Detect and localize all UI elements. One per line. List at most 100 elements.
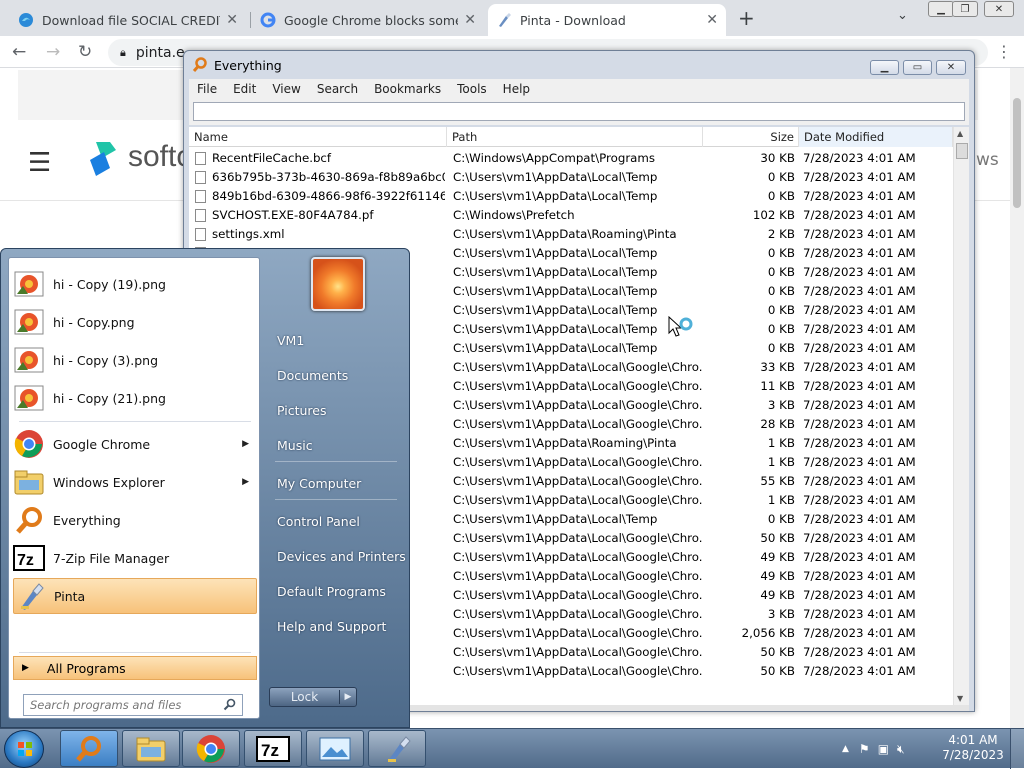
item-label: 7-Zip File Manager xyxy=(53,550,170,566)
reload-icon[interactable]: ↻ xyxy=(78,42,92,62)
close-window-icon[interactable]: ✕ xyxy=(936,60,966,75)
file-path: C:\Users\vm1\AppData\Local\Temp xyxy=(453,246,658,260)
start-menu-link[interactable]: Music xyxy=(277,438,313,453)
close-tab-icon[interactable]: ✕ xyxy=(706,12,718,28)
submenu-arrow-icon[interactable]: ▶ xyxy=(242,477,249,487)
column-path[interactable]: Path xyxy=(447,127,703,147)
restore-icon[interactable]: ❐ xyxy=(952,1,978,17)
system-tray: ▲ ⚑ ▣ 🔇︎ xyxy=(842,733,905,765)
file-name-cell: 849b16bd-6309-4866-98f6-3922f611468d.t..… xyxy=(195,187,445,206)
start-menu-recent-item[interactable]: hi - Copy.png xyxy=(13,304,257,340)
start-menu-link[interactable]: Devices and Printers xyxy=(277,549,406,564)
busy-cursor-icon xyxy=(668,315,698,345)
7zip-icon: 7z xyxy=(256,735,290,762)
table-row[interactable]: 849b16bd-6309-4866-98f6-3922f611468d.t..… xyxy=(189,187,953,206)
file-size: 50 KB xyxy=(760,664,795,678)
start-menu-link[interactable]: Control Panel xyxy=(277,514,360,529)
file-size: 3 KB xyxy=(767,607,795,621)
search-icon[interactable] xyxy=(223,698,236,714)
results-scrollbar[interactable]: ▲ ▼ xyxy=(953,127,969,705)
column-date-modified[interactable]: Date Modified xyxy=(799,127,953,147)
image-file-icon xyxy=(13,344,45,376)
folder-icon xyxy=(13,466,45,498)
volume-muted-icon[interactable]: 🔇︎ xyxy=(897,742,905,757)
menu-search[interactable]: Search xyxy=(309,82,366,96)
start-menu-program-item[interactable]: Everything xyxy=(13,502,257,538)
taskbar-image-viewer[interactable] xyxy=(306,730,364,767)
submenu-arrow-icon[interactable]: ▶ xyxy=(242,439,249,449)
browser-tab[interactable]: Google Chrome blocks some dow ✕ xyxy=(252,4,484,36)
start-menu-link[interactable]: Pictures xyxy=(277,403,327,418)
clock[interactable]: 4:01 AM 7/28/2023 xyxy=(940,733,1006,763)
user-avatar[interactable] xyxy=(311,257,365,311)
item-label: hi - Copy (3).png xyxy=(53,352,159,368)
start-menu-program-item[interactable]: Google Chrome ▶ xyxy=(13,426,257,462)
column-size[interactable]: Size xyxy=(703,127,799,147)
start-menu-recent-item[interactable]: hi - Copy (21).png xyxy=(13,380,257,416)
start-menu-link[interactable]: Documents xyxy=(277,368,348,383)
taskbar-explorer[interactable] xyxy=(122,730,180,767)
svg-text:7z: 7z xyxy=(17,552,34,569)
show-hidden-icons-icon[interactable]: ▲ xyxy=(842,744,849,754)
start-menu-program-item[interactable]: Windows Explorer ▶ xyxy=(13,464,257,500)
browser-tab-active[interactable]: Pinta - Download ✕ xyxy=(488,4,726,36)
minimize-icon[interactable]: ▁ xyxy=(870,60,899,75)
scrollbar-thumb[interactable] xyxy=(956,143,968,159)
start-menu-recent-item[interactable]: hi - Copy (19).png xyxy=(13,266,257,302)
menu-edit[interactable]: Edit xyxy=(225,82,264,96)
taskbar-7zip[interactable]: 7z xyxy=(244,730,302,767)
column-name[interactable]: Name xyxy=(189,127,447,147)
taskbar-pinta[interactable] xyxy=(368,730,426,767)
table-row[interactable]: RecentFileCache.bcf C:\Windows\AppCompat\… xyxy=(189,149,953,168)
all-programs-button[interactable]: ▶ All Programs xyxy=(13,656,257,680)
minimize-icon[interactable]: ▁ xyxy=(928,1,954,17)
start-menu-program-item[interactable]: 7z 7-Zip File Manager xyxy=(13,540,257,576)
scrollbar-thumb[interactable] xyxy=(1013,98,1021,208)
page-scrollbar[interactable] xyxy=(1010,68,1024,728)
scroll-up-icon[interactable]: ▲ xyxy=(957,129,963,138)
search-input[interactable] xyxy=(193,102,965,121)
close-window-icon[interactable]: ✕ xyxy=(984,1,1014,17)
hamburger-menu-icon[interactable]: ☰ xyxy=(28,148,51,178)
start-menu-program-item[interactable]: Pinta xyxy=(13,578,257,614)
show-desktop-button[interactable] xyxy=(1010,729,1024,769)
lock-button[interactable]: Lock ▶ xyxy=(269,687,357,707)
back-icon[interactable]: ← xyxy=(12,42,26,62)
start-menu-link[interactable]: Help and Support xyxy=(277,619,386,634)
maximize-icon[interactable]: ▭ xyxy=(903,60,932,75)
menu-file[interactable]: File xyxy=(189,82,225,96)
page-header-text: ws xyxy=(976,150,999,170)
start-menu-link[interactable]: My Computer xyxy=(277,476,361,491)
taskbar-everything[interactable] xyxy=(60,730,118,767)
network-icon[interactable]: ▣ xyxy=(878,742,889,756)
start-menu-link[interactable]: VM1 xyxy=(277,333,304,348)
new-tab-icon[interactable]: + xyxy=(738,6,755,30)
close-tab-icon[interactable]: ✕ xyxy=(226,12,238,28)
arrow-right-icon: ▶ xyxy=(22,663,29,673)
menu-bookmarks[interactable]: Bookmarks xyxy=(366,82,449,96)
taskbar-chrome[interactable] xyxy=(182,730,240,767)
file-size: 49 KB xyxy=(760,550,795,564)
file-size: 2 KB xyxy=(767,227,795,241)
tab-search-chevron-icon[interactable]: ⌄ xyxy=(897,8,908,23)
menu-help[interactable]: Help xyxy=(495,82,538,96)
file-date: 7/28/2023 4:01 AM xyxy=(803,322,916,336)
arrow-right-icon[interactable]: ▶ xyxy=(340,692,356,702)
start-menu-recent-item[interactable]: hi - Copy (3).png xyxy=(13,342,257,378)
chrome-menu-icon[interactable]: ⋮ xyxy=(996,42,1012,61)
start-menu-link[interactable]: Default Programs xyxy=(277,584,386,599)
table-row[interactable]: 636b795b-373b-4630-869a-f8b89a6bc0f6.t..… xyxy=(189,168,953,187)
menu-tools[interactable]: Tools xyxy=(449,82,495,96)
forward-icon[interactable]: → xyxy=(46,42,60,62)
close-tab-icon[interactable]: ✕ xyxy=(464,12,476,28)
file-path: C:\Users\vm1\AppData\Local\Google\Chro..… xyxy=(453,493,703,507)
browser-tab[interactable]: Download file SOCIAL CREDIT TE ✕ xyxy=(10,4,246,36)
menu-view[interactable]: View xyxy=(264,82,308,96)
table-row[interactable]: SVCHOST.EXE-80F4A784.pf C:\Windows\Prefet… xyxy=(189,206,953,225)
action-center-flag-icon[interactable]: ⚑ xyxy=(859,742,870,756)
start-button[interactable] xyxy=(4,730,44,768)
table-row[interactable]: settings.xml C:\Users\vm1\AppData\Roaming… xyxy=(189,225,953,244)
start-search-input[interactable]: Search programs and files xyxy=(23,694,243,716)
scroll-down-icon[interactable]: ▼ xyxy=(957,694,963,703)
file-date: 7/28/2023 4:01 AM xyxy=(803,398,916,412)
